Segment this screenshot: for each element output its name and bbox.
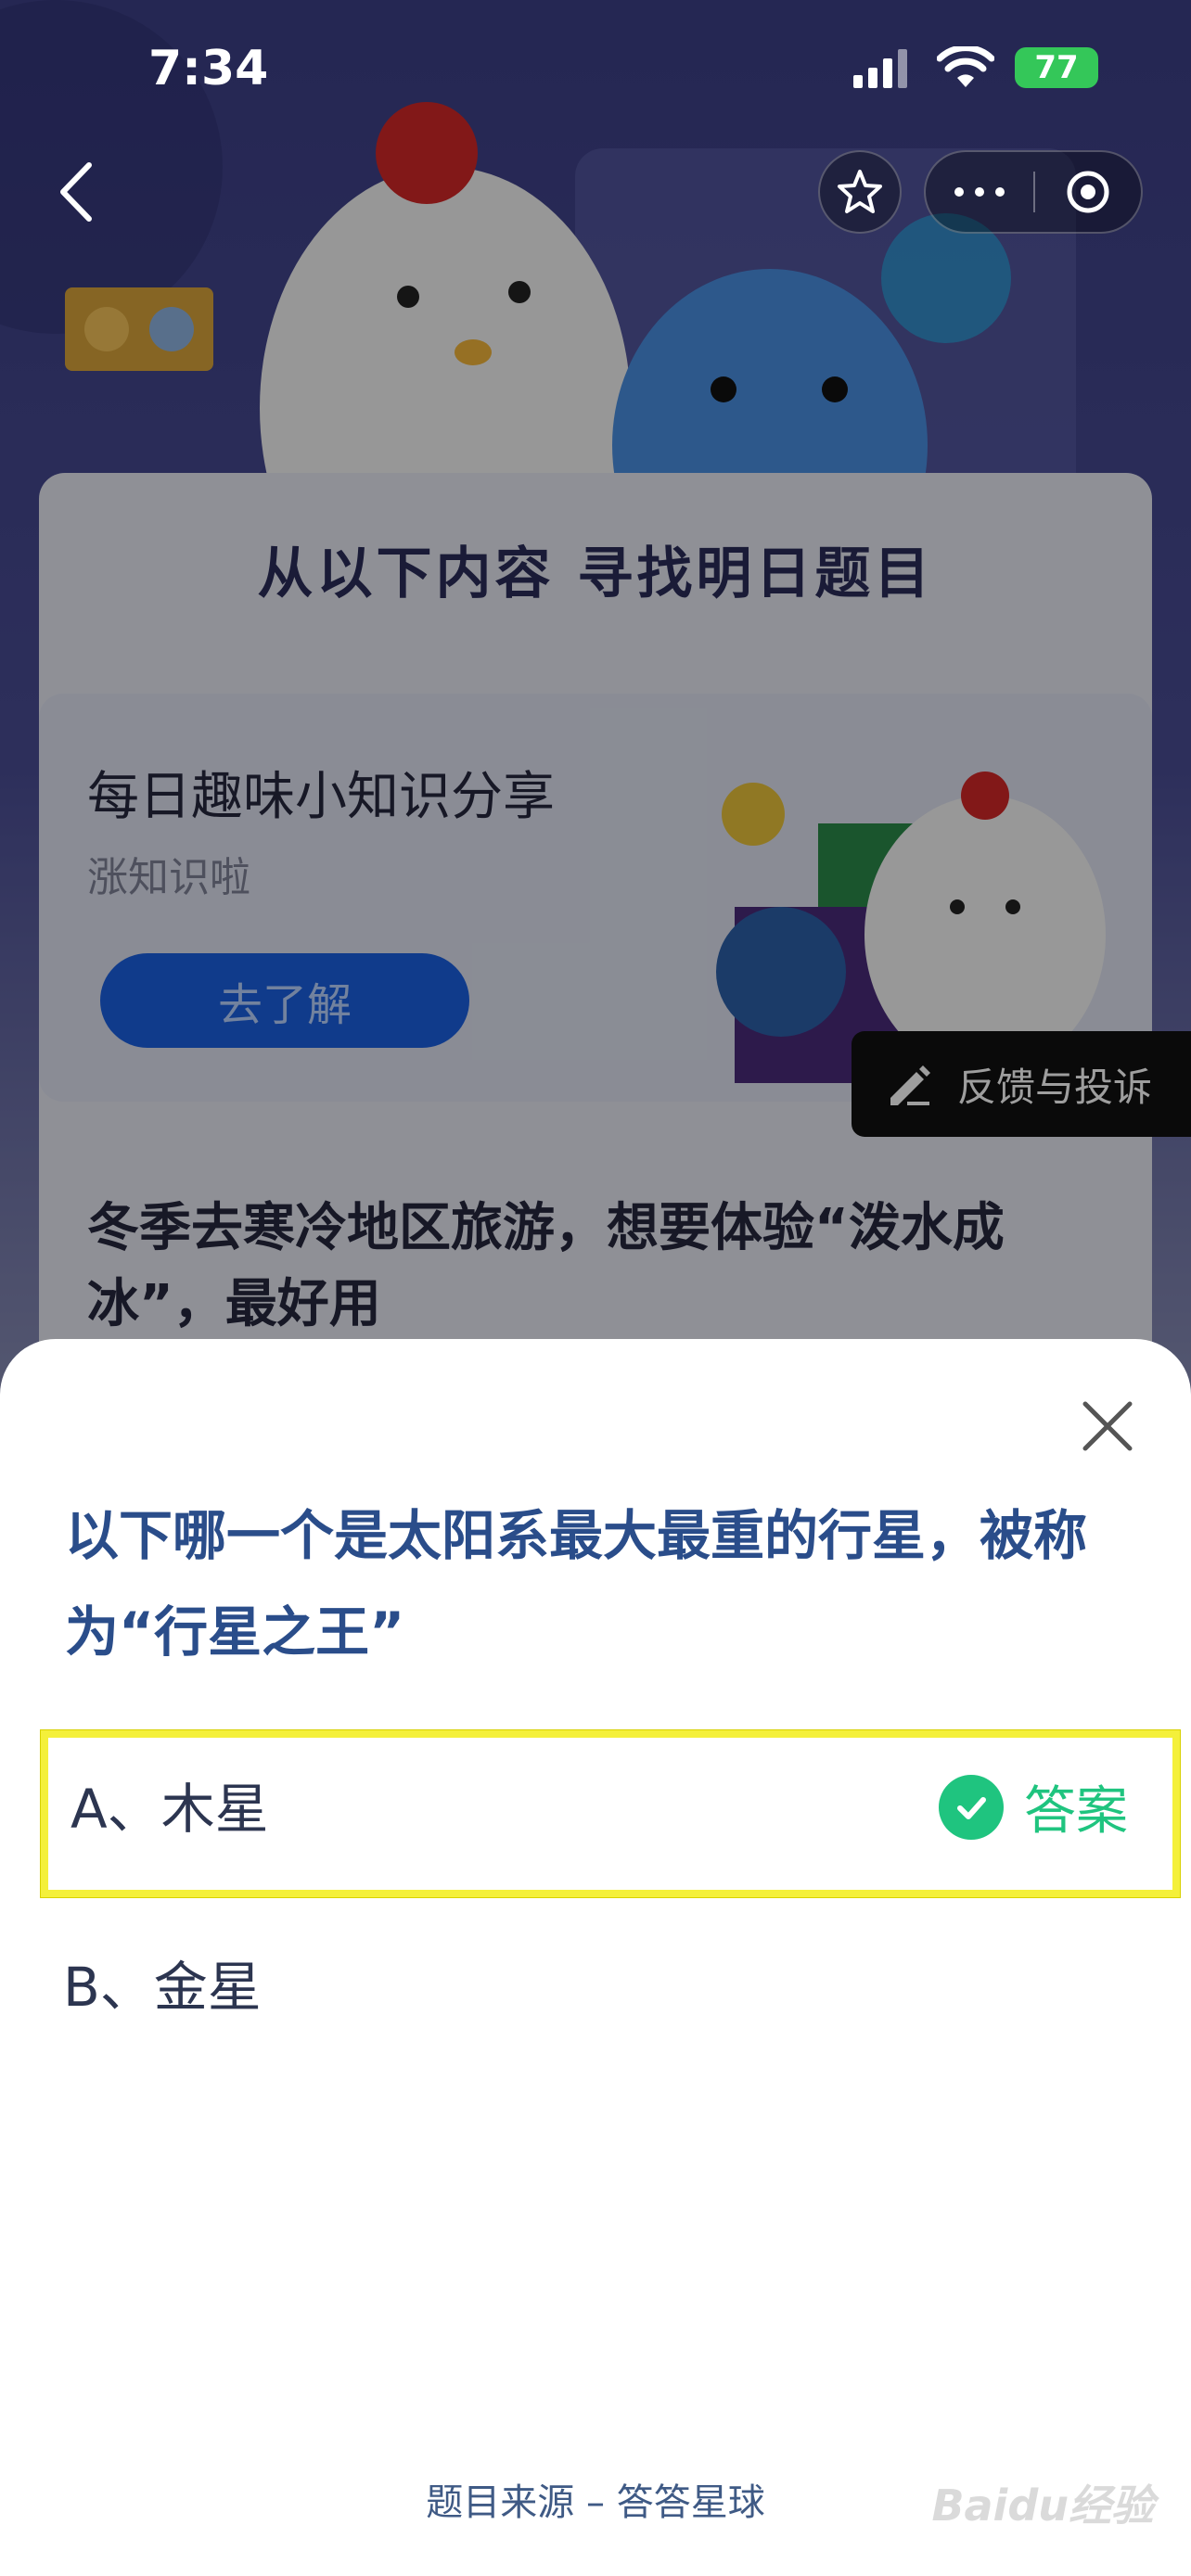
question-text: 以下哪一个是太阳系最大最重的行星，被称为“行星之王” <box>65 1504 1088 1664</box>
check-icon <box>939 1774 1004 1840</box>
option-a[interactable]: A、木星 答案 <box>41 1730 1180 1897</box>
answer-label: 答案 <box>1024 1781 1128 1842</box>
star-icon <box>838 170 882 213</box>
wifi-icon <box>937 46 994 87</box>
option-b-label: B、金星 <box>63 1956 262 2019</box>
option-b[interactable]: B、金星 <box>41 1916 1180 2083</box>
option-a-label: A、木星 <box>70 1778 269 1841</box>
status-icons: 77 <box>852 46 1098 89</box>
close-icon[interactable] <box>1078 1396 1137 1456</box>
more-icon[interactable] <box>926 187 1033 197</box>
close-miniprogram-button[interactable] <box>1035 169 1141 215</box>
signal-icon <box>853 49 907 88</box>
answer-sheet: 以下哪一个是太阳系最大最重的行星，被称为“行星之王” A、木星 答案 B、金星 … <box>0 1339 1191 2576</box>
back-chevron-icon[interactable] <box>54 159 100 224</box>
capsule-menu <box>924 150 1143 234</box>
battery-indicator: 77 <box>1015 47 1098 88</box>
favorite-button[interactable] <box>818 150 902 234</box>
answer-tag: 答案 <box>939 1769 1128 1844</box>
watermark: Baidu经验 <box>931 2480 1154 2531</box>
target-icon <box>1067 171 1109 213</box>
status-time: 7:34 <box>148 41 269 96</box>
